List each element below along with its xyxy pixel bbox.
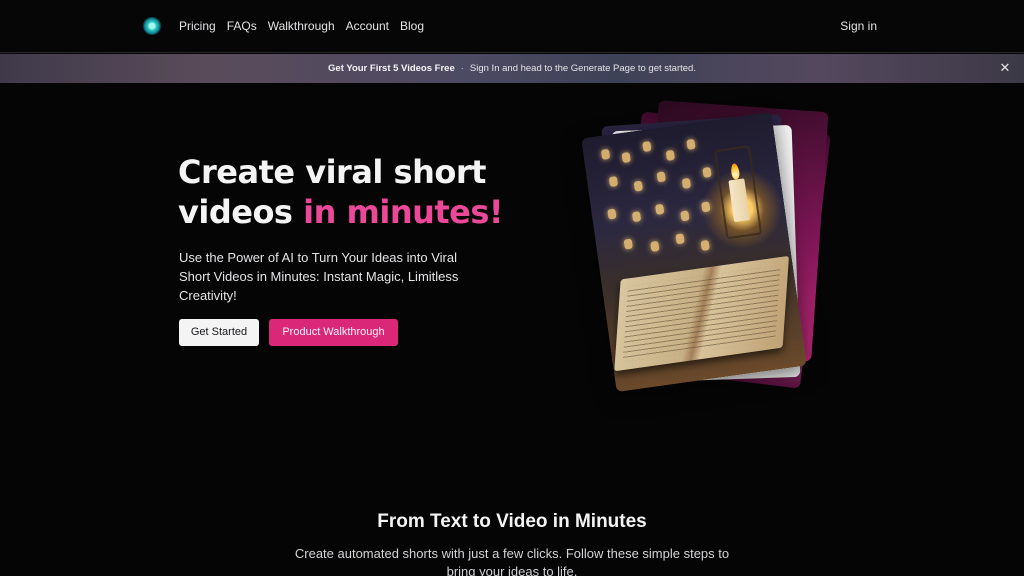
hero-title-line1: Create viral short xyxy=(178,153,486,191)
sign-in-link[interactable]: Sign in xyxy=(840,19,877,33)
nav-link-blog[interactable]: Blog xyxy=(400,19,424,33)
product-walkthrough-button[interactable]: Product Walkthrough xyxy=(269,319,398,346)
video-card-stack xyxy=(580,100,840,400)
hero-title-line2: videos xyxy=(178,193,293,231)
section-title: From Text to Video in Minutes xyxy=(377,511,647,532)
nav-link-walkthrough[interactable]: Walkthrough xyxy=(268,19,335,33)
get-started-button[interactable]: Get Started xyxy=(179,319,259,346)
hero-title-accent: in minutes! xyxy=(303,193,504,231)
logo-icon[interactable] xyxy=(144,18,160,34)
top-nav: Pricing FAQs Walkthrough Account Blog Si… xyxy=(0,0,1024,53)
nav-link-faqs[interactable]: FAQs xyxy=(227,19,257,33)
page: Pricing FAQs Walkthrough Account Blog Si… xyxy=(0,0,1024,576)
banner-text: Sign In and head to the Generate Page to… xyxy=(469,63,696,74)
hero-title: Create viral short videos in minutes! xyxy=(178,152,538,232)
nav-links: Pricing FAQs Walkthrough Account Blog xyxy=(179,19,424,33)
video-card-main xyxy=(581,111,807,393)
nav-link-pricing[interactable]: Pricing xyxy=(179,19,216,33)
banner-headline: Get Your First 5 Videos Free xyxy=(328,63,455,74)
promo-banner: Get Your First 5 Videos Free · Sign In a… xyxy=(0,54,1024,83)
hero-subtitle: Use the Power of AI to Turn Your Ideas i… xyxy=(179,250,459,303)
section-subtitle: Create automated shorts with just a few … xyxy=(294,546,730,576)
nav-link-account[interactable]: Account xyxy=(346,19,389,33)
close-icon[interactable]: ✕ xyxy=(998,61,1012,75)
banner-separator: · xyxy=(460,63,464,74)
